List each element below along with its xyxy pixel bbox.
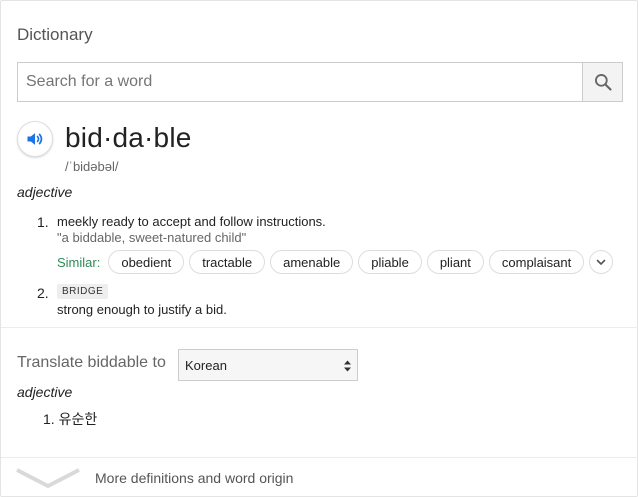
similar-chip[interactable]: pliable [358, 250, 422, 274]
sense-definition: strong enough to justify a bid. [57, 302, 227, 317]
similar-chip[interactable]: amenable [270, 250, 354, 274]
search-icon [594, 74, 612, 91]
more-definitions-label: More definitions and word origin [95, 470, 294, 486]
sense-number: 2. [37, 285, 49, 301]
translate-label: Translate biddable to [17, 354, 166, 371]
sense-definition: meekly ready to accept and follow instru… [57, 214, 326, 229]
similar-words-row: Similar: obedient tractable amenable pli… [57, 250, 614, 274]
pronunciation-button[interactable] [17, 121, 53, 157]
translation-number: 1. [43, 411, 55, 427]
search-button[interactable] [582, 63, 622, 101]
sense-number: 1. [37, 214, 49, 230]
domain-label-badge: BRIDGE [57, 284, 109, 299]
sense-example: "a biddable, sweet-natured child" [57, 230, 247, 245]
section-divider [1, 327, 638, 328]
chevron-down-icon [16, 468, 80, 488]
selected-language: Korean [185, 357, 227, 373]
headword: bid·da·ble [65, 122, 192, 153]
similar-chip[interactable]: pliant [426, 250, 484, 274]
speaker-icon [27, 133, 43, 145]
chevron-down-icon [596, 259, 606, 265]
similar-chip[interactable]: complaisant [488, 250, 585, 274]
phonetic: /ˈbidəbəl/ [65, 159, 119, 174]
translation-text: 유순한 [58, 411, 98, 427]
similar-chip[interactable]: obedient [108, 250, 185, 274]
translation-item: 1. 유순한 [43, 409, 97, 429]
search-bar [17, 62, 623, 102]
search-input[interactable] [18, 63, 582, 101]
translation-part-of-speech: adjective [17, 384, 73, 400]
similar-label: Similar: [57, 254, 101, 270]
select-arrows-icon [344, 360, 351, 372]
dictionary-title: Dictionary [17, 25, 93, 44]
similar-chip[interactable]: tractable [189, 250, 266, 274]
expand-similar-button[interactable] [589, 250, 614, 274]
dictionary-card: Dictionary bid·da·ble /ˈbidəbəl/ adjecti… [0, 0, 638, 497]
part-of-speech: adjective [17, 184, 73, 200]
more-definitions-link[interactable]: More definitions and word origin [1, 458, 638, 497]
language-select[interactable]: Korean [178, 349, 358, 381]
